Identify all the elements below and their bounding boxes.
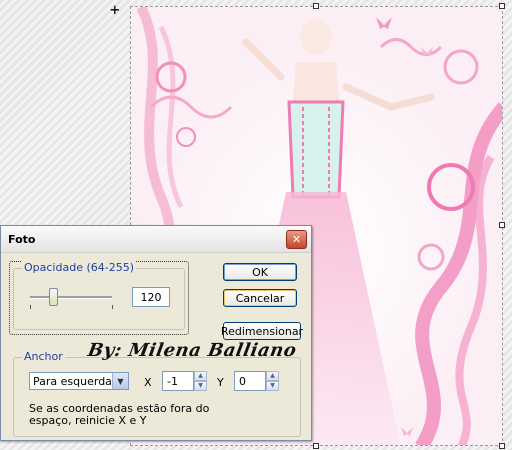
crosshair-cursor-icon: + (110, 0, 120, 19)
chevron-down-icon[interactable]: ▼ (112, 373, 128, 389)
slider-tick (30, 305, 31, 309)
x-field[interactable]: -1 (162, 371, 194, 391)
x-value: -1 (167, 374, 178, 388)
resize-button[interactable]: Redimensionar (220, 322, 304, 340)
resize-handle[interactable] (499, 222, 505, 228)
opacity-slider-thumb[interactable] (48, 288, 58, 306)
slider-tick (112, 305, 113, 309)
close-button[interactable]: ✕ (286, 229, 307, 249)
resize-label: Redimensionar (220, 324, 304, 338)
anchor-legend: Anchor (22, 350, 65, 363)
resize-handle[interactable] (313, 443, 319, 449)
anchor-group: Anchor Para esquerda ▼ X -1 ▲ ▼ Y 0 ▲ ▼ … (13, 350, 301, 437)
resize-handle[interactable] (499, 443, 505, 449)
opacity-value: 120 (140, 290, 162, 304)
dialog-title: Foto (8, 232, 36, 246)
ok-label: OK (252, 265, 268, 279)
foto-dialog: Foto ✕ Opacidade (64-255) 120 OK Cancela… (0, 225, 312, 441)
opacity-legend: Opacidade (64-255) (22, 261, 136, 274)
dialog-titlebar[interactable]: Foto ✕ (1, 226, 311, 253)
y-spinner[interactable]: ▲ ▼ (266, 371, 279, 391)
close-icon: ✕ (291, 232, 302, 246)
cancel-label: Cancelar (235, 291, 285, 305)
y-label: Y (217, 376, 224, 389)
opacity-slider-track[interactable] (30, 296, 112, 299)
y-field[interactable]: 0 (234, 371, 266, 391)
x-label: X (144, 376, 152, 389)
opacity-group: Opacidade (64-255) 120 (13, 261, 185, 330)
watermark-text: By: Milena Balliano (86, 340, 299, 361)
opacity-value-field[interactable]: 120 (132, 287, 170, 307)
y-value: 0 (239, 374, 246, 388)
anchor-select[interactable]: Para esquerda ▼ (29, 372, 129, 390)
resize-handle[interactable] (313, 3, 319, 9)
x-spinner[interactable]: ▲ ▼ (194, 371, 207, 391)
spin-down-icon[interactable]: ▼ (266, 381, 279, 391)
cancel-button[interactable]: Cancelar (223, 289, 297, 307)
spin-up-icon[interactable]: ▲ (266, 371, 279, 381)
spin-down-icon[interactable]: ▼ (194, 381, 207, 391)
ok-button[interactable]: OK (223, 263, 297, 281)
resize-handle[interactable] (499, 3, 505, 9)
spin-up-icon[interactable]: ▲ (194, 371, 207, 381)
anchor-hint: Se as coordenadas estão fora do espaço, … (29, 402, 210, 427)
anchor-select-value: Para esquerda (33, 374, 112, 388)
